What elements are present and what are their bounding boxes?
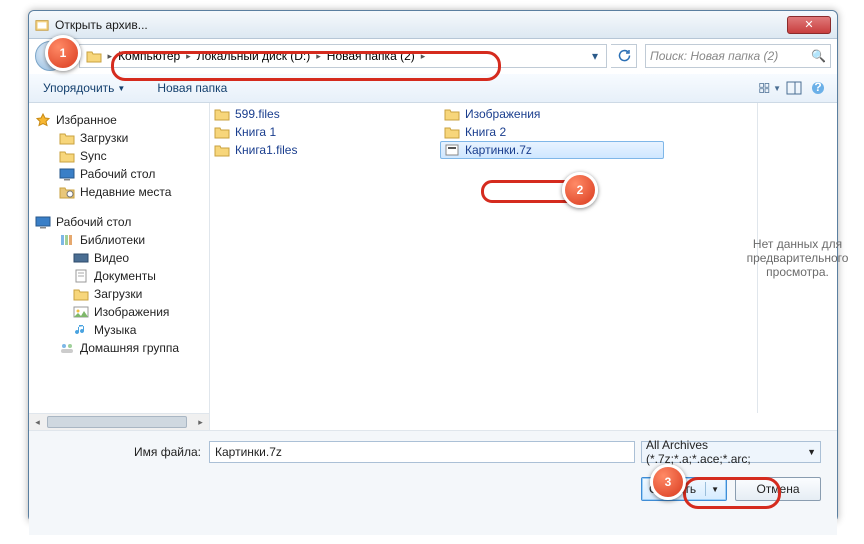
address-bar[interactable]: ▸ Компьютер ▸ Локальный диск (D:) ▸ Нова… (79, 44, 607, 68)
breadcrumb-drive[interactable]: Локальный диск (D:) (193, 49, 315, 63)
open-file-dialog: Открыть архив... ✕ ▸ ▸ Компьютер ▸ Локал… (28, 10, 838, 522)
search-icon: 🔍 (811, 49, 826, 63)
file-area: 599.files Книга 1 Книга1.files Изображен… (210, 103, 837, 413)
tree-desktop[interactable]: Рабочий стол (33, 213, 209, 231)
tree-documents[interactable]: Документы (33, 267, 209, 285)
address-dropdown[interactable]: ▾ (586, 45, 604, 67)
file-item[interactable]: Книга 1 (210, 123, 434, 141)
chevron-right-icon[interactable]: ▸ (419, 51, 428, 62)
filename-label: Имя файла: (131, 445, 201, 459)
nav-scrollbar[interactable]: ◂▸ (29, 413, 209, 430)
callout-3: 3 (650, 464, 686, 500)
tree-music[interactable]: Музыка (33, 321, 209, 339)
app-icon (35, 18, 49, 32)
file-item[interactable]: Книга 2 (440, 123, 664, 141)
organize-button[interactable]: Упорядочить▼ (37, 78, 131, 98)
footer: Имя файла: All Archives (*.7z;*.a;*.ace;… (29, 430, 837, 535)
file-item[interactable]: Изображения (440, 105, 664, 123)
content-split: Избранное Загрузки Sync Рабочий стол Нед… (29, 103, 837, 413)
tree-sync[interactable]: Sync (33, 147, 209, 165)
tree-pictures[interactable]: Изображения (33, 303, 209, 321)
titlebar: Открыть архив... ✕ (29, 11, 837, 39)
preview-pane: Нет данных для предварительного просмотр… (757, 103, 837, 413)
chevron-right-icon[interactable]: ▸ (314, 51, 323, 62)
callout-2: 2 (562, 172, 598, 208)
refresh-button[interactable] (611, 44, 637, 68)
chevron-right-icon[interactable]: ▸ (184, 51, 193, 62)
file-item-selected[interactable]: Картинки.7z (440, 141, 664, 159)
callout-1: 1 (45, 35, 81, 71)
tree-libraries[interactable]: Библиотеки (33, 231, 209, 249)
preview-pane-button[interactable] (783, 77, 805, 99)
folder-icon (86, 49, 102, 63)
breadcrumb-folder[interactable]: Новая папка (2) (323, 49, 419, 63)
tree-downloads[interactable]: Загрузки (33, 129, 209, 147)
file-item[interactable]: Книга1.files (210, 141, 434, 159)
tree-homegroup[interactable]: Домашняя группа (33, 339, 209, 357)
toolbar: Упорядочить▼ Новая папка ▼ ? (29, 73, 837, 103)
search-placeholder: Поиск: Новая папка (2) (650, 49, 778, 63)
tree-videos[interactable]: Видео (33, 249, 209, 267)
nav-row: ▸ ▸ Компьютер ▸ Локальный диск (D:) ▸ Но… (29, 39, 837, 73)
help-button[interactable]: ? (807, 77, 829, 99)
search-input[interactable]: Поиск: Новая папка (2) 🔍 (645, 44, 831, 68)
window-title: Открыть архив... (55, 18, 787, 32)
navigation-pane[interactable]: Избранное Загрузки Sync Рабочий стол Нед… (29, 103, 210, 413)
filetype-select[interactable]: All Archives (*.7z;*.a;*.ace;*.arc;▼ (641, 441, 821, 463)
svg-text:?: ? (814, 81, 821, 94)
tree-downloads2[interactable]: Загрузки (33, 285, 209, 303)
tree-favorites[interactable]: Избранное (33, 111, 209, 129)
close-button[interactable]: ✕ (787, 16, 831, 34)
filename-input[interactable] (209, 441, 635, 463)
tree-recent[interactable]: Недавние места (33, 183, 209, 201)
file-item[interactable]: 599.files (210, 105, 434, 123)
chevron-right-icon[interactable]: ▸ (106, 51, 115, 62)
new-folder-button[interactable]: Новая папка (151, 78, 233, 98)
file-list[interactable]: 599.files Книга 1 Книга1.files Изображен… (210, 103, 757, 413)
cancel-button[interactable]: Отмена (735, 477, 821, 501)
breadcrumb-computer[interactable]: Компьютер (114, 49, 184, 63)
tree-desktop-fav[interactable]: Рабочий стол (33, 165, 209, 183)
view-button[interactable]: ▼ (759, 77, 781, 99)
